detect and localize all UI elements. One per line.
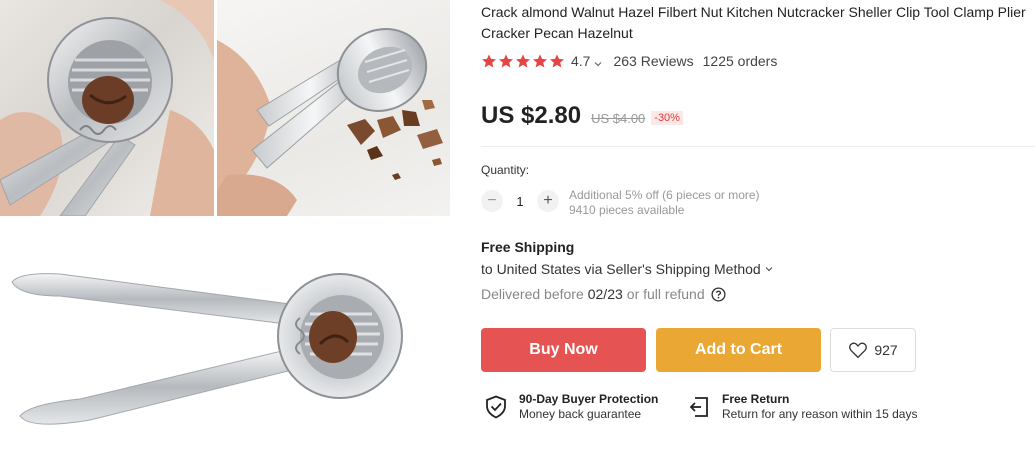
product-title: Crack almond Walnut Hazel Filbert Nut Ki…	[481, 4, 1026, 41]
orders-count: 1225 orders	[702, 53, 778, 69]
discount-badge: -30%	[651, 111, 683, 125]
quantity-input[interactable]: 1	[503, 194, 537, 209]
product-gallery	[0, 0, 450, 461]
star-icon	[532, 53, 548, 69]
product-image-hand-closeup[interactable]	[0, 0, 214, 216]
price-row: US $2.80 US $4.00 -30%	[481, 102, 683, 130]
wishlist-count: 927	[874, 342, 898, 358]
free-return-sub: Return for any reason within 15 days	[722, 407, 918, 421]
return-icon	[689, 397, 708, 417]
shipping-title: Free Shipping	[481, 239, 575, 255]
delivery-estimate: Delivered before 02/23 or full refund	[481, 286, 726, 302]
chevron-down-icon[interactable]	[593, 56, 603, 67]
reviews-link[interactable]: 263 Reviews	[613, 53, 693, 69]
star-icon	[481, 53, 497, 69]
free-return-title: Free Return	[722, 392, 790, 406]
buyer-protection-sub: Money back guarantee	[519, 407, 642, 421]
buyer-protection-title: 90-Day Buyer Protection	[519, 392, 659, 406]
help-icon[interactable]	[711, 286, 726, 302]
buyer-protection: 90-Day Buyer Protection Money back guara…	[485, 392, 658, 422]
star-icon	[515, 53, 531, 69]
star-icon	[549, 53, 565, 69]
free-return: Free Return Return for any reason within…	[688, 392, 917, 422]
product-image-cracked-walnut[interactable]	[217, 0, 450, 216]
star-icon	[498, 53, 514, 69]
delivery-prefix: Delivered before	[481, 286, 584, 302]
chevron-down-icon[interactable]	[764, 264, 774, 274]
quantity-plus-button[interactable]: +	[537, 190, 559, 212]
quantity-notes: Additional 5% off (6 pieces or more) 941…	[569, 188, 760, 218]
shield-check-icon	[486, 395, 506, 419]
divider	[481, 146, 1035, 147]
quantity-label: Quantity:	[481, 163, 530, 177]
rating-value[interactable]: 4.7	[571, 53, 590, 69]
delivery-date: 02/23	[587, 286, 623, 302]
star-rating	[481, 53, 565, 69]
quantity-stepper: − 1 +	[481, 190, 559, 212]
stock-available: 9410 pieces available	[569, 203, 685, 217]
quantity-minus-button[interactable]: −	[481, 190, 503, 212]
bulk-discount-note: Additional 5% off (6 pieces or more)	[569, 188, 760, 202]
shipping-method-text[interactable]: to United States via Seller's Shipping M…	[481, 261, 761, 277]
rating-row: 4.7 263 Reviews 1225 orders	[481, 52, 777, 70]
heart-icon	[849, 342, 868, 359]
wishlist-button[interactable]: 927	[830, 328, 916, 372]
buy-now-button[interactable]: Buy Now	[481, 328, 646, 372]
original-price: US $4.00	[591, 111, 646, 126]
current-price: US $2.80	[481, 102, 582, 129]
delivery-suffix: or full refund	[626, 286, 705, 302]
shipping-method-selector[interactable]: to United States via Seller's Shipping M…	[481, 261, 774, 277]
add-to-cart-button[interactable]: Add to Cart	[656, 328, 821, 372]
product-image-full-view[interactable]	[0, 234, 450, 456]
